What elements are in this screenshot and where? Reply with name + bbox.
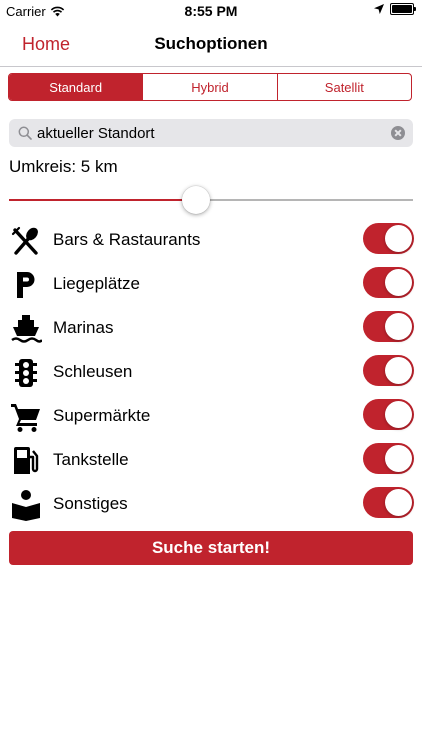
radius-label: Umkreis: 5 km: [9, 157, 118, 176]
clear-icon[interactable]: [391, 126, 405, 140]
shopping-cart-icon: [11, 404, 40, 432]
segment-hybrid[interactable]: Hybrid: [142, 74, 276, 100]
toggle-sonstiges[interactable]: [363, 487, 414, 518]
location-arrow-icon: [374, 4, 384, 14]
parking-icon: [17, 272, 35, 298]
location-search-bar: [9, 119, 413, 147]
category-row-liegeplaetze: Liegeplätze: [0, 263, 422, 307]
status-right: [374, 3, 416, 15]
category-label: Bars & Rastaurants: [53, 230, 201, 249]
toggle-supermaerkte[interactable]: [363, 399, 414, 430]
search-icon: [18, 126, 32, 140]
slider-thumb[interactable]: [182, 186, 210, 214]
boat-icon: [11, 315, 42, 343]
category-row-sonstiges: Sonstiges: [0, 483, 422, 527]
toggle-marinas[interactable]: [363, 311, 414, 342]
segment-standard[interactable]: Standard: [9, 74, 143, 100]
category-label: Tankstelle: [53, 450, 129, 469]
battery-icon: [390, 3, 416, 15]
category-row-schleusen: Schleusen: [0, 351, 422, 395]
category-label: Liegeplätze: [53, 274, 140, 293]
category-label: Marinas: [53, 318, 114, 337]
toggle-liegeplaetze[interactable]: [363, 267, 414, 298]
slider-track-filled: [9, 199, 197, 201]
category-label: Sonstiges: [53, 494, 128, 513]
map-type-segmented-control: Standard Hybrid Satellit: [8, 73, 412, 101]
toggle-bars[interactable]: [363, 223, 414, 254]
segment-satellit[interactable]: Satellit: [276, 74, 411, 100]
category-row-tankstelle: Tankstelle: [0, 439, 422, 483]
fuel-pump-icon: [14, 447, 39, 474]
traffic-light-icon: [15, 359, 37, 387]
navigation-bar: Home Suchoptionen: [0, 22, 422, 67]
location-search-input[interactable]: [37, 119, 387, 147]
toggle-tankstelle[interactable]: [363, 443, 414, 474]
status-time: 8:55 PM: [184, 3, 238, 19]
category-label: Schleusen: [53, 362, 133, 381]
status-bar: Carrier 8:55 PM: [0, 0, 422, 22]
home-back-button[interactable]: Home: [22, 34, 70, 55]
slider-track-empty: [197, 199, 413, 201]
toggle-schleusen[interactable]: [363, 355, 414, 386]
reader-icon: [12, 490, 40, 521]
start-search-button[interactable]: Suche starten!: [9, 531, 413, 565]
category-row-bars: Bars & Rastaurants: [0, 219, 422, 263]
category-row-supermaerkte: Supermärkte: [0, 395, 422, 439]
category-label: Supermärkte: [53, 406, 151, 425]
fork-spoon-icon: [11, 226, 38, 255]
category-row-marinas: Marinas: [0, 307, 422, 351]
